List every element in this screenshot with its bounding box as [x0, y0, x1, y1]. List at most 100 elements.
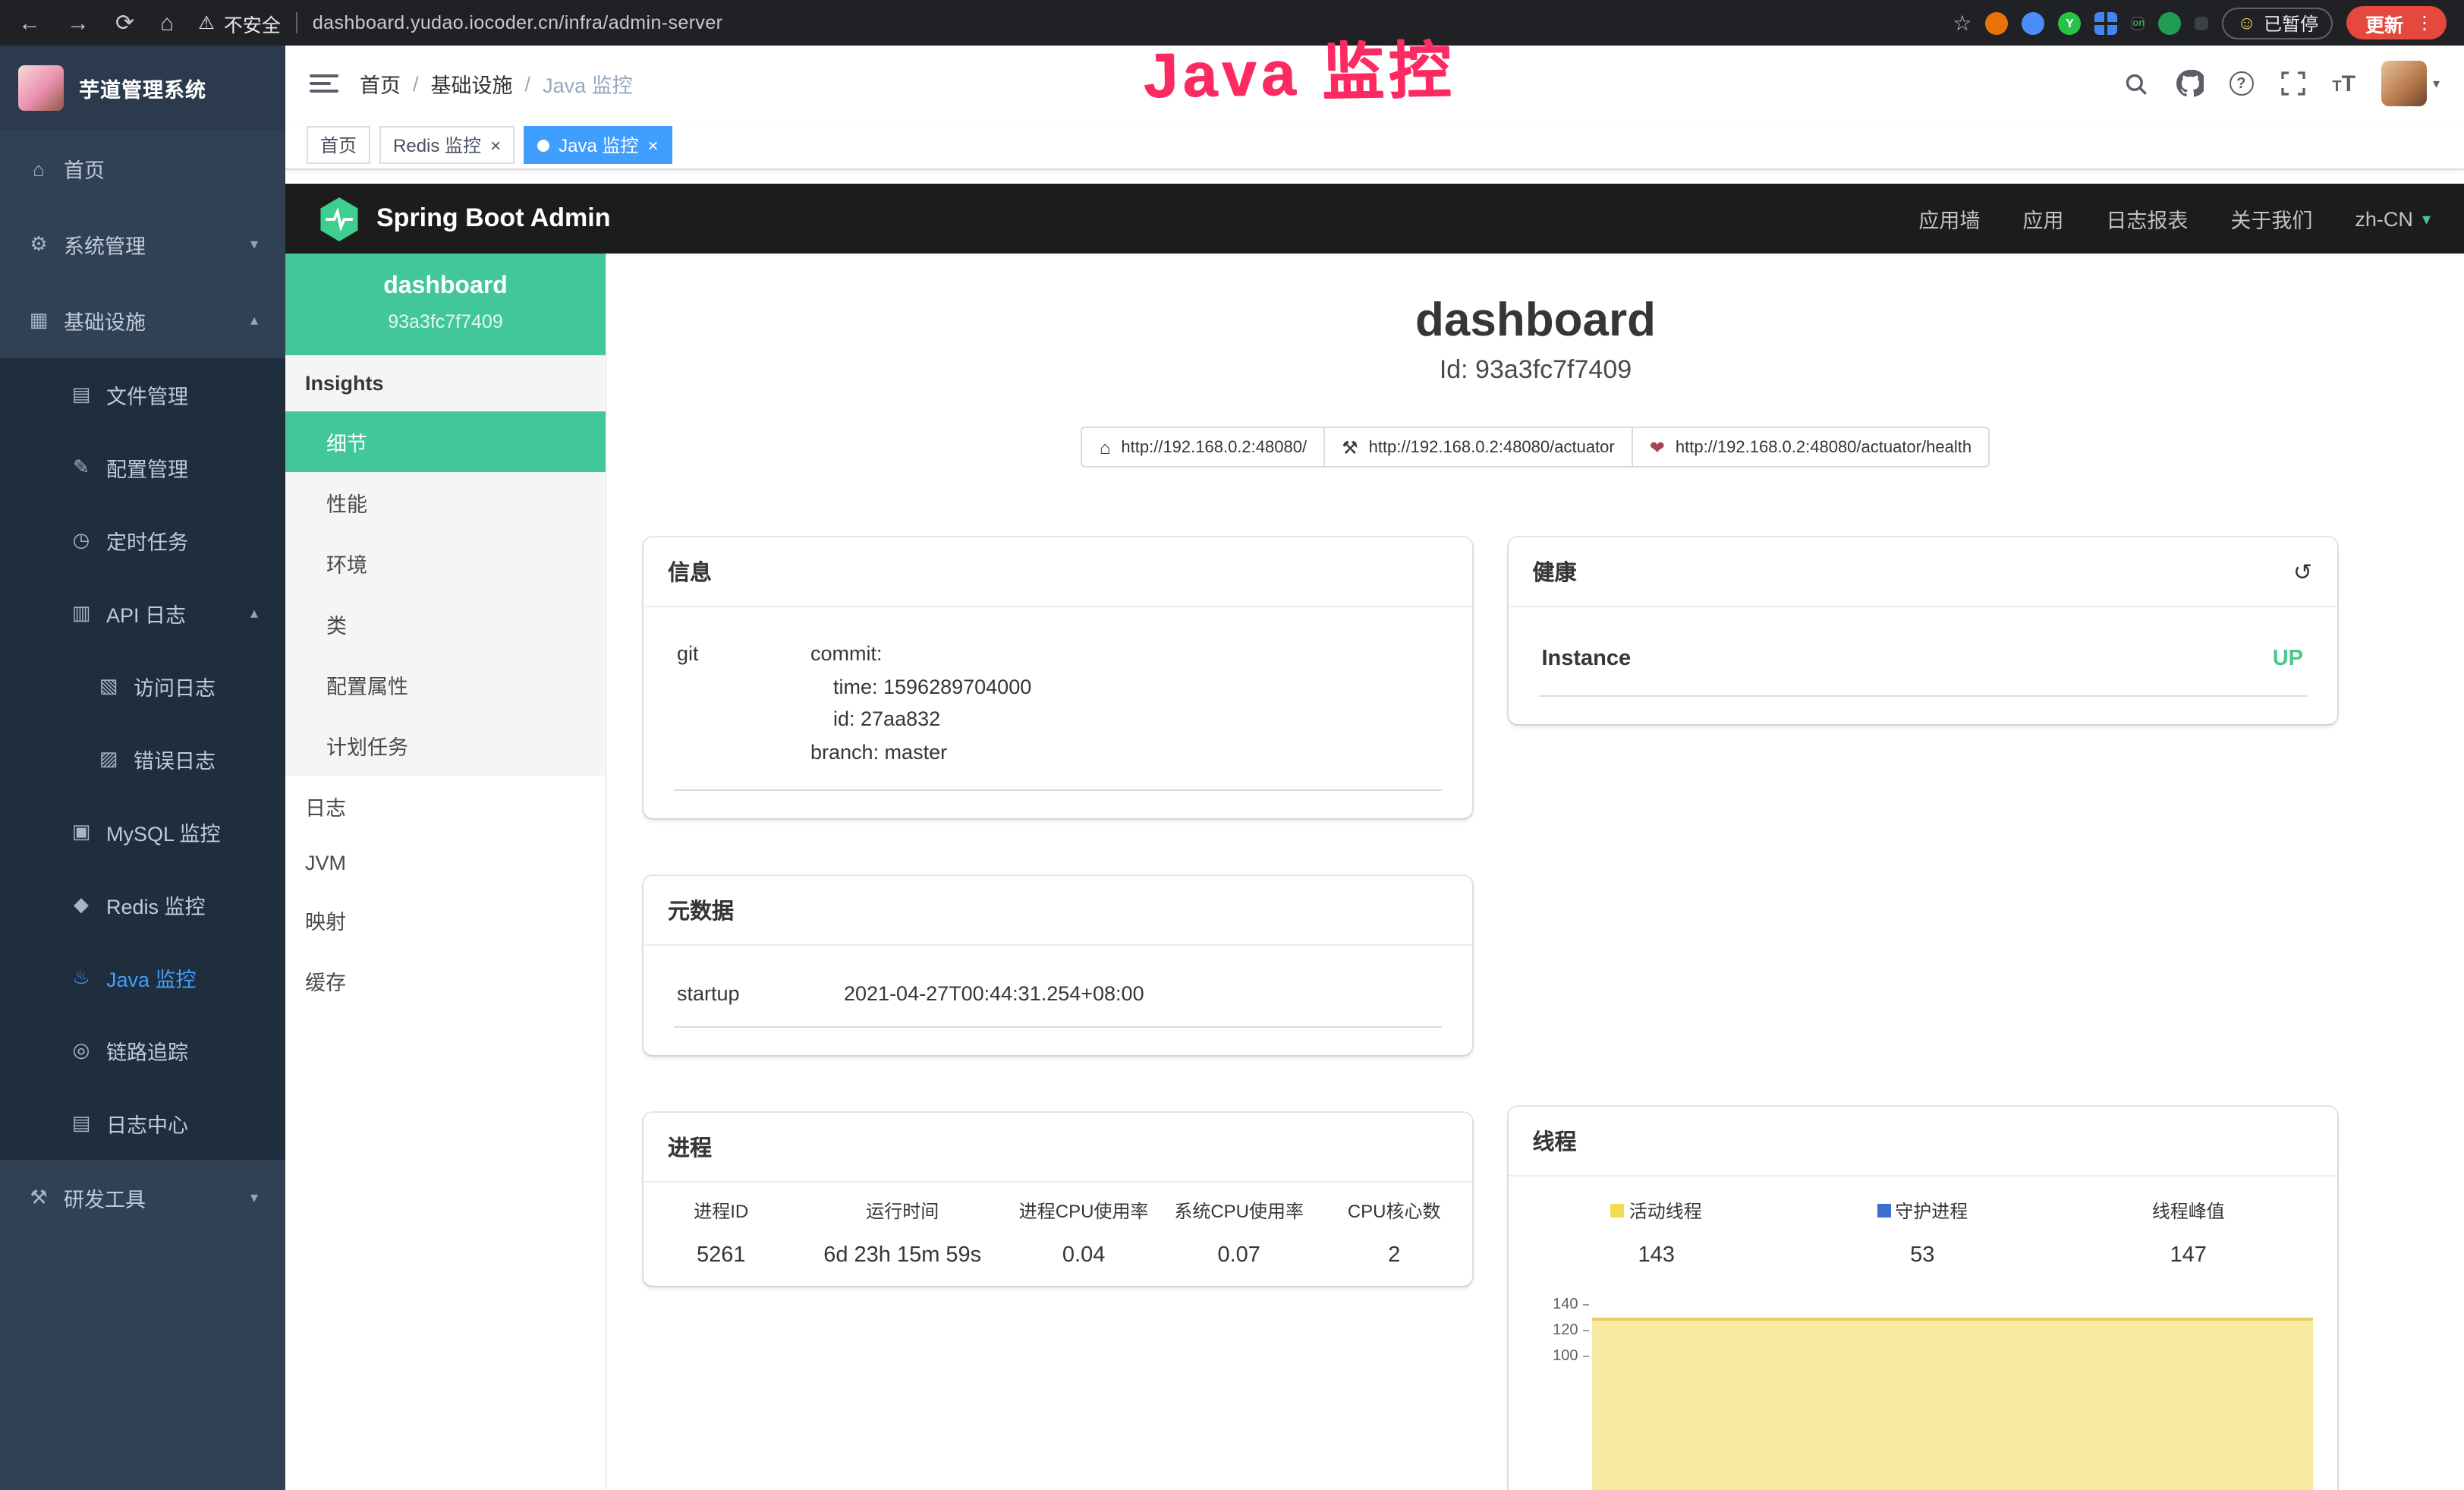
- process-col-pid: 进程ID 5261: [644, 1186, 799, 1281]
- health-instance-row[interactable]: Instance UP: [1539, 628, 2307, 697]
- extension-fox-icon[interactable]: [1985, 11, 2008, 34]
- y-tick: 120: [1539, 1324, 1578, 1339]
- sidebar-item-java-monitor[interactable]: ♨ Java 监控: [0, 941, 285, 1014]
- sba-item-environment[interactable]: 环境: [285, 533, 606, 594]
- user-avatar[interactable]: ▾: [2381, 61, 2440, 106]
- process-col-system-cpu: 系统CPU使用率 0.07: [1161, 1186, 1317, 1281]
- sba-body: dashboard 93a3fc7f7409 Insights 细节 性能 环境…: [285, 254, 2464, 1490]
- sba-item-classes[interactable]: 类: [285, 594, 606, 654]
- sidebar-item-api-logs[interactable]: ▥ API 日志 ▴: [0, 577, 285, 650]
- tab-home[interactable]: 首页: [307, 126, 370, 164]
- process-col-process-cpu: 进程CPU使用率 0.04: [1006, 1186, 1162, 1281]
- extension-y-icon[interactable]: Y: [2058, 11, 2081, 34]
- sba-item-jvm[interactable]: JVM: [285, 836, 606, 890]
- extension-grid-icon[interactable]: [2094, 11, 2117, 34]
- sidebar-item-scheduled-jobs[interactable]: ◷ 定时任务: [0, 504, 285, 577]
- sba-item-mappings[interactable]: 映射: [285, 890, 606, 950]
- sidebar-item-system[interactable]: ⚙ 系统管理 ▾: [0, 206, 285, 282]
- legend-peak-threads: 线程峰值 147: [2056, 1186, 2322, 1280]
- sba-item-metrics[interactable]: 性能: [285, 472, 606, 533]
- sba-nav-journal[interactable]: 日志报表: [2106, 203, 2188, 234]
- help-icon[interactable]: ?: [2229, 71, 2253, 96]
- profile-paused-badge[interactable]: ☺ 已暂停: [2222, 7, 2333, 39]
- sidebar-item-label: 研发工具: [64, 1183, 146, 1213]
- info-card: 信息 git commit: time: 1596289704000: [644, 537, 1472, 819]
- link-actuator-url[interactable]: ⚒ http://192.168.0.2:48080/actuator: [1323, 427, 1633, 468]
- threads-chart: 140 120 100: [1539, 1304, 2316, 1490]
- sba-sidebar: dashboard 93a3fc7f7409 Insights 细节 性能 环境…: [285, 254, 607, 1490]
- breadcrumb-current: Java 监控: [543, 68, 633, 99]
- home-icon: ⌂: [1100, 436, 1111, 458]
- link-health-url[interactable]: ❤ http://192.168.0.2:48080/actuator/heal…: [1632, 427, 1990, 468]
- tab-label: 首页: [320, 132, 357, 158]
- sba-language-select[interactable]: zh-CN ▾: [2355, 207, 2431, 230]
- back-icon[interactable]: ←: [18, 11, 41, 34]
- log-icon: ▥: [70, 601, 93, 625]
- sba-brand: Spring Boot Admin: [376, 203, 611, 234]
- sidebar-item-mysql-monitor[interactable]: ▣ MySQL 监控: [0, 795, 285, 868]
- security-indicator[interactable]: ⚠ 不安全: [198, 8, 281, 37]
- tab-redis-monitor[interactable]: Redis 监控 ×: [379, 126, 515, 164]
- tab-java-monitor[interactable]: Java 监控 ×: [524, 126, 672, 164]
- chrome-update-button[interactable]: 更新 ⋮: [2347, 6, 2446, 39]
- extension-drop-icon[interactable]: [2022, 11, 2044, 34]
- threads-card-header: 线程: [1509, 1107, 2337, 1177]
- metadata-card: 元数据 startup 2021-04-27T00:44:31.254+08:0…: [644, 877, 1472, 1056]
- sba-item-scheduled-tasks[interactable]: 计划任务: [285, 715, 606, 776]
- app-logo-row[interactable]: 芋道管理系统: [0, 46, 285, 131]
- extension-puzzle-icon[interactable]: [2195, 16, 2208, 30]
- extension-on-badge-icon[interactable]: on: [2131, 16, 2145, 30]
- instance-name: dashboard: [297, 273, 593, 301]
- sidebar-item-tracing[interactable]: ◎ 链路追踪: [0, 1014, 285, 1087]
- forward-icon[interactable]: →: [67, 11, 90, 34]
- extension-leaf-icon[interactable]: [2158, 11, 2181, 34]
- gear-icon: ⚙: [27, 232, 50, 257]
- sidebar-item-label: 首页: [64, 153, 105, 184]
- app-window: 芋道管理系统 ⌂ 首页 ⚙ 系统管理 ▾ ▦ 基础设施 ▴: [0, 46, 2464, 1490]
- fullscreen-icon[interactable]: [2279, 70, 2306, 97]
- breadcrumb-home[interactable]: 首页: [360, 68, 401, 99]
- sidebar-item-error-logs[interactable]: ▨ 错误日志: [0, 723, 285, 795]
- clock-icon: ◷: [70, 528, 93, 553]
- sba-item-caches[interactable]: 缓存: [285, 950, 606, 1011]
- sidebar-item-access-logs[interactable]: ▧ 访问日志: [0, 650, 285, 723]
- bookmark-star-icon[interactable]: ☆: [1953, 10, 1972, 36]
- sidebar-item-infra[interactable]: ▦ 基础设施 ▴: [0, 282, 285, 358]
- sidebar-item-file-manage[interactable]: ▤ 文件管理: [0, 358, 285, 431]
- sidebar-item-config-manage[interactable]: ✎ 配置管理: [0, 431, 285, 504]
- search-icon[interactable]: [2123, 70, 2150, 97]
- sidebar-item-home[interactable]: ⌂ 首页: [0, 131, 285, 206]
- reload-icon[interactable]: ⟳: [115, 11, 134, 34]
- font-size-icon[interactable]: TT: [2332, 71, 2355, 96]
- threads-card: 线程 活动线程: [1509, 1107, 2337, 1490]
- hamburger-icon[interactable]: [310, 71, 338, 96]
- sidebar-item-dev-tools[interactable]: ⚒ 研发工具 ▾: [0, 1160, 285, 1236]
- close-icon[interactable]: ×: [647, 134, 658, 156]
- doc-icon: ▧: [97, 674, 120, 698]
- card-title: 信息: [668, 556, 712, 587]
- screenshot-stage: ← → ⟳ ⌂ ⚠ 不安全 dashboard.yudao.iocoder.cn…: [0, 0, 2464, 1490]
- history-icon[interactable]: ↺: [2293, 558, 2312, 585]
- sba-nav-about[interactable]: 关于我们: [2230, 203, 2312, 234]
- address-url[interactable]: dashboard.yudao.iocoder.cn/infra/admin-s…: [313, 12, 723, 33]
- sba-item-logs[interactable]: 日志: [285, 776, 606, 836]
- redis-icon: ◆: [70, 893, 93, 917]
- live-threads-area: [1592, 1318, 2313, 1490]
- github-icon[interactable]: [2176, 70, 2203, 97]
- header-actions: ? TT ▾: [2123, 61, 2440, 106]
- java-icon: ♨: [70, 966, 93, 990]
- sba-instance-header[interactable]: dashboard 93a3fc7f7409: [285, 254, 606, 355]
- breadcrumb-infra[interactable]: 基础设施: [431, 68, 513, 99]
- sba-item-details[interactable]: 细节: [285, 411, 606, 472]
- link-root-url[interactable]: ⌂ http://192.168.0.2:48080/: [1081, 427, 1325, 468]
- home-icon[interactable]: ⌂: [160, 11, 174, 34]
- close-icon[interactable]: ×: [490, 134, 501, 156]
- sba-nav-wall[interactable]: 应用墙: [1918, 203, 1980, 234]
- sidebar-item-log-center[interactable]: ▤ 日志中心: [0, 1087, 285, 1160]
- sba-item-configprops[interactable]: 配置属性: [285, 654, 606, 715]
- sba-nav-applications[interactable]: 应用: [2022, 203, 2063, 234]
- detail-id: Id: 93a3fc7f7409: [607, 355, 2464, 386]
- browser-menu-icon[interactable]: ⋮: [2411, 12, 2438, 33]
- card-title: 进程: [668, 1132, 712, 1164]
- sidebar-item-redis-monitor[interactable]: ◆ Redis 监控: [0, 868, 285, 941]
